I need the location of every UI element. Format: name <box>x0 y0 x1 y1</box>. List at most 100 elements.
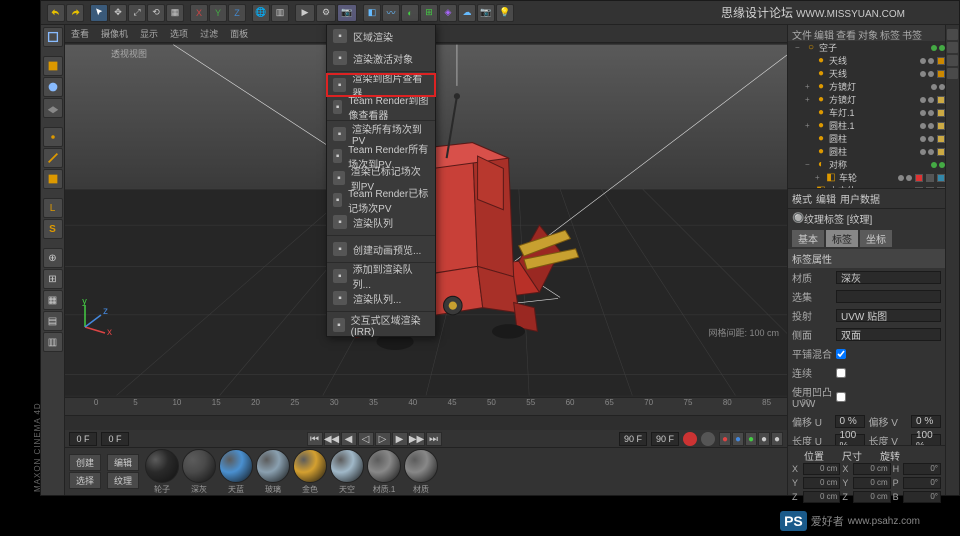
workplane-mode[interactable] <box>43 98 63 118</box>
render-menu-item-1[interactable]: ▪渲染激活对象 <box>327 47 435 69</box>
bump-uvw-check[interactable] <box>836 392 846 402</box>
object-row[interactable]: ●圆柱 <box>788 145 945 158</box>
snap-settings[interactable]: ⊞ <box>43 269 63 289</box>
material-ball[interactable]: 材质.1 <box>367 449 401 495</box>
offset-u[interactable]: 0 % <box>835 415 865 428</box>
dock-3[interactable] <box>947 55 958 66</box>
record-key[interactable] <box>683 432 697 446</box>
object-row[interactable]: ●车灯.1 <box>788 106 945 119</box>
tool-a[interactable]: ▥ <box>271 4 289 22</box>
goto-start[interactable]: ⏮ <box>307 432 323 446</box>
redo-button[interactable] <box>66 4 84 22</box>
render-settings[interactable]: ⚙ <box>316 4 336 22</box>
rot-b[interactable]: 0° <box>903 491 941 503</box>
select-tool[interactable] <box>90 4 108 22</box>
material-ball[interactable]: 深灰 <box>182 449 216 495</box>
render-menu-item-0[interactable]: ▪区域渲染 <box>327 25 435 47</box>
material-ball[interactable]: 天空 <box>330 449 364 495</box>
rot-h[interactable]: 0° <box>903 463 941 475</box>
prim-nurbs[interactable]: ◐ <box>401 4 419 22</box>
model-mode[interactable] <box>43 56 63 76</box>
play-back[interactable]: ◁ <box>358 432 374 446</box>
attr-tab-mode[interactable]: 模式 <box>792 191 812 206</box>
om-tab-obj[interactable]: 对象 <box>858 27 878 39</box>
seamless-check[interactable] <box>836 368 846 378</box>
texture-mode[interactable] <box>43 77 63 97</box>
scale-tool[interactable]: ⤢ <box>128 4 146 22</box>
render-menu[interactable]: 📷 <box>337 4 357 22</box>
mat-tab-func[interactable]: 选择 <box>69 472 101 489</box>
length-u[interactable]: 100 % <box>835 434 865 445</box>
prim-light[interactable]: 💡 <box>496 4 514 22</box>
object-row[interactable]: −◐对称 <box>788 158 945 171</box>
dock-1[interactable] <box>947 29 958 40</box>
view-menu-options[interactable]: 选项 <box>170 27 188 40</box>
frame-end2-input[interactable] <box>651 432 679 446</box>
pos-z[interactable]: 0 cm <box>803 491 841 503</box>
size-x[interactable]: 0 cm <box>853 463 891 475</box>
render-menu-item-9[interactable]: ▪创建动画预览... <box>327 238 435 260</box>
om-tab-tag[interactable]: 标签 <box>880 27 900 39</box>
prim-cube[interactable]: ◧ <box>363 4 381 22</box>
attr-subtab-coord[interactable]: 坐标 <box>860 230 892 247</box>
view-menu-display[interactable]: 显示 <box>140 27 158 40</box>
axis-z-toggle[interactable]: Z <box>228 4 246 22</box>
size-z[interactable]: 0 cm <box>853 491 891 503</box>
key-pos[interactable]: ● <box>719 432 731 446</box>
material-ball[interactable]: 轮子 <box>145 449 179 495</box>
timeline-ruler[interactable]: 051015202530354045505560657075808590 <box>65 398 787 416</box>
dock-4[interactable] <box>947 68 958 79</box>
view-menu-filter[interactable]: 过滤 <box>200 27 218 40</box>
object-row[interactable]: −○空子 <box>788 41 945 54</box>
timeline-track[interactable] <box>65 416 787 430</box>
dock-2[interactable] <box>947 42 958 53</box>
attr-tab-user[interactable]: 用户数据 <box>840 191 880 206</box>
rotate-tool[interactable]: ⟲ <box>147 4 165 22</box>
key-rot[interactable]: ● <box>745 432 757 446</box>
viewport-solo[interactable]: S <box>43 219 63 239</box>
render-menu-item-12[interactable]: ▪交互式区域渲染(IRR) <box>327 314 435 336</box>
workplane-snap[interactable]: ▦ <box>43 290 63 310</box>
material-ball[interactable]: 金色 <box>293 449 327 495</box>
side-field[interactable]: 双面 <box>836 328 941 341</box>
prim-array[interactable]: ⊞ <box>420 4 438 22</box>
key-param[interactable]: ● <box>758 432 770 446</box>
om-tab-bm[interactable]: 书签 <box>902 27 922 39</box>
mat-tab-edit[interactable]: 编辑 <box>107 454 139 471</box>
object-row[interactable]: ●天线 <box>788 67 945 80</box>
make-editable[interactable] <box>43 27 63 47</box>
undo-button[interactable] <box>47 4 65 22</box>
prev-key[interactable]: ◀◀ <box>324 432 340 446</box>
move-tool[interactable]: ✥ <box>109 4 127 22</box>
material-ball[interactable]: 玻璃 <box>256 449 290 495</box>
render-menu-item-10[interactable]: ▪添加到渲染队列... <box>327 265 435 287</box>
object-row[interactable]: +●方镜灯 <box>788 93 945 106</box>
key-scale[interactable]: ● <box>732 432 744 446</box>
locked-workplane[interactable]: ▤ <box>43 311 63 331</box>
object-row[interactable]: ●圆柱 <box>788 132 945 145</box>
axis-x-toggle[interactable]: X <box>190 4 208 22</box>
object-row[interactable]: +◧车轮 <box>788 171 945 184</box>
goto-end[interactable]: ⏭ <box>426 432 442 446</box>
prim-cam[interactable]: 📷 <box>477 4 495 22</box>
last-tool[interactable]: ▦ <box>166 4 184 22</box>
rot-p[interactable]: 0° <box>903 477 941 489</box>
material-ball[interactable]: 材质 <box>404 449 438 495</box>
length-v[interactable]: 100 % <box>911 434 941 445</box>
object-row[interactable]: +●圆柱.1 <box>788 119 945 132</box>
prim-env[interactable]: ☁ <box>458 4 476 22</box>
projection-field[interactable]: UVW 贴图 <box>836 309 941 322</box>
object-tree[interactable]: −○空子●天线●天线+●方镜灯+●方镜灯●车灯.1+●圆柱.1●圆柱●圆柱−◐对… <box>788 41 945 189</box>
play-fwd[interactable]: ▷ <box>375 432 391 446</box>
point-mode[interactable] <box>43 127 63 147</box>
mat-tab-tex[interactable]: 纹理 <box>107 472 139 489</box>
render-view[interactable]: ▶ <box>295 4 315 22</box>
view-menu-view[interactable]: 查看 <box>71 27 89 40</box>
next-frame[interactable]: ▶ <box>392 432 408 446</box>
frame-end-input[interactable] <box>619 432 647 446</box>
selection-field[interactable] <box>836 290 941 303</box>
autokey[interactable] <box>701 432 715 446</box>
render-menu-item-7[interactable]: ▪Team Render已标记场次PV <box>327 189 435 211</box>
planar-workplane[interactable]: ▥ <box>43 332 63 352</box>
pos-x[interactable]: 0 cm <box>803 463 841 475</box>
